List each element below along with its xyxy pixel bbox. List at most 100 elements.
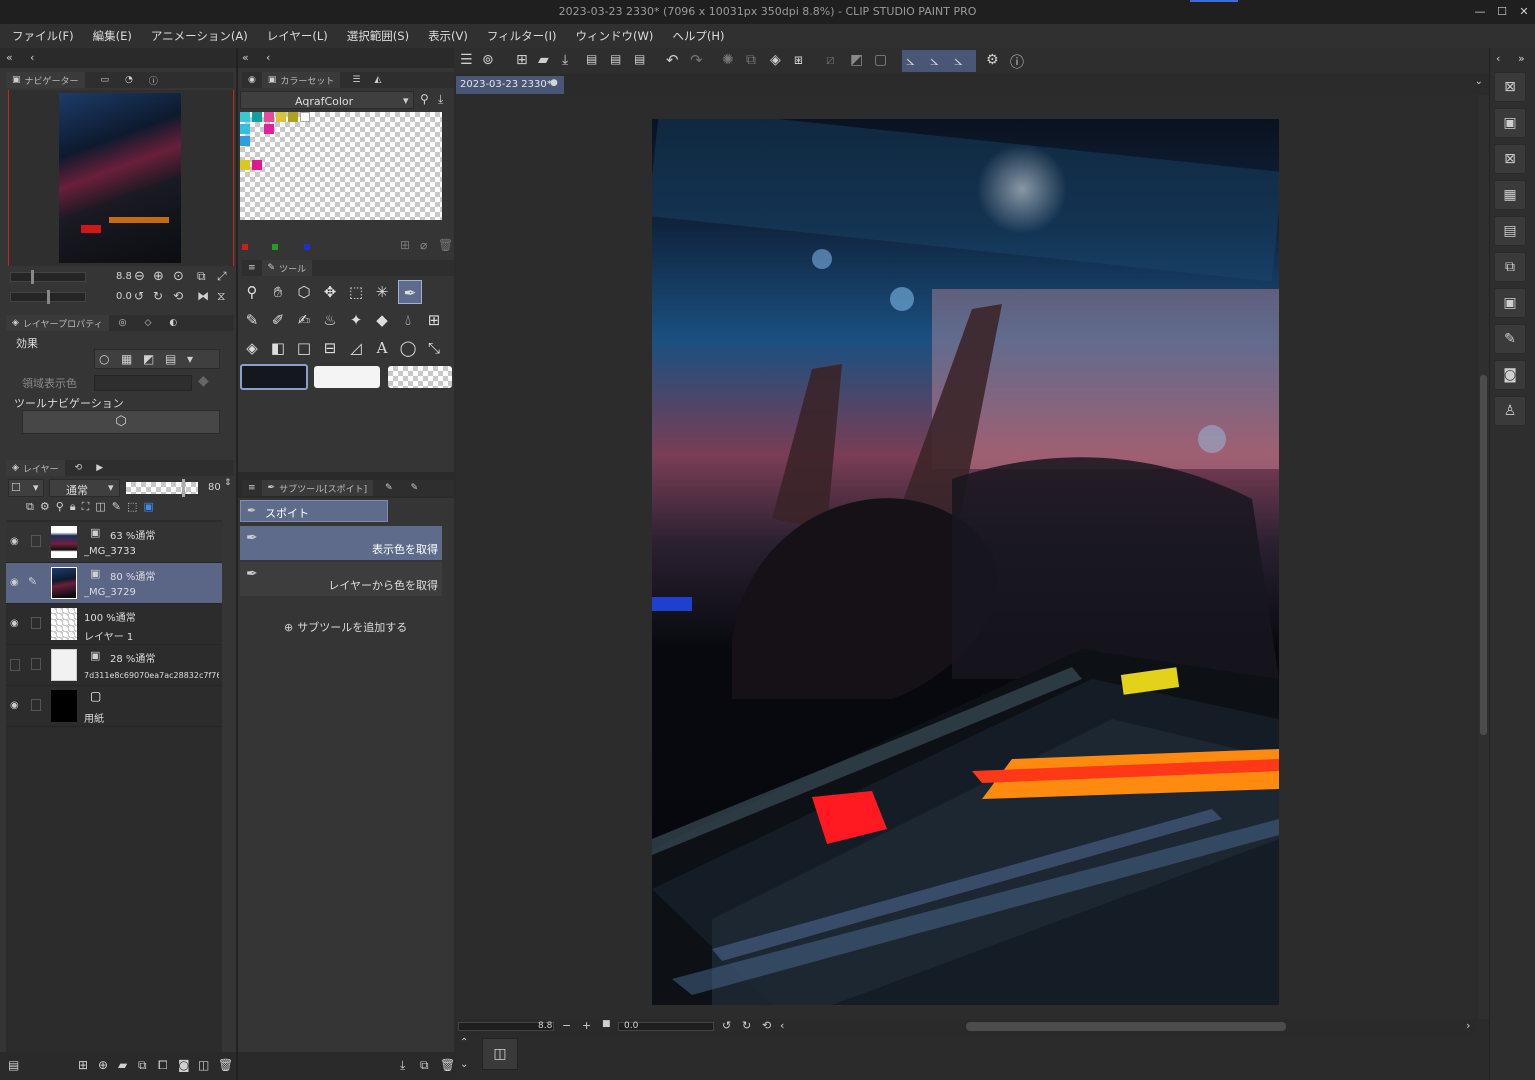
draft-layer-icon[interactable]: ⚙ bbox=[40, 500, 50, 518]
document-tab[interactable]: 2023-03-23 2330* ● bbox=[456, 76, 564, 94]
snap-icon[interactable]: ◩ bbox=[850, 52, 863, 68]
new-raster-layer-icon[interactable]: ⊞ bbox=[78, 1058, 88, 1072]
transparent-color-chip[interactable] bbox=[388, 366, 452, 388]
tool-property-icon[interactable]: ✎ bbox=[385, 483, 393, 493]
history-icon[interactable]: ⟲ bbox=[75, 463, 83, 473]
zoom-slider-handle[interactable] bbox=[31, 270, 34, 284]
delete-subtool-icon[interactable]: 🗑︎ bbox=[440, 1058, 455, 1072]
magic-wand-icon[interactable]: ✳ bbox=[370, 280, 394, 304]
settings-icon[interactable]: ⚙ bbox=[986, 52, 999, 68]
import-set-icon[interactable]: ⤓ bbox=[438, 92, 443, 107]
new-vector-layer-icon[interactable]: ⊕ bbox=[98, 1058, 108, 1072]
copy-subtool-icon[interactable]: ⤓ bbox=[400, 1058, 405, 1073]
subtool-group-tab[interactable]: ✒ スポイト bbox=[240, 500, 388, 522]
deselect-icon[interactable]: ⧉ bbox=[746, 52, 756, 68]
color-swatch[interactable] bbox=[240, 136, 250, 146]
crop-button[interactable]: ⧉ bbox=[1494, 252, 1526, 282]
frame-border-icon[interactable]: ⊟ bbox=[318, 336, 342, 360]
tab-navigator[interactable]: ▣ ナビゲーター bbox=[6, 72, 85, 88]
menu-animation[interactable]: アニメーション(A) bbox=[151, 28, 248, 44]
opacity-stepper-icon[interactable]: ⇕ bbox=[224, 478, 232, 488]
subview-icon[interactable]: ▭ bbox=[101, 75, 110, 85]
eye-icon[interactable]: ◉ bbox=[10, 536, 19, 547]
zoom-in-icon[interactable]: + bbox=[582, 1019, 591, 1032]
menu-view[interactable]: 表示(V) bbox=[428, 28, 468, 44]
effect-menu-icon[interactable]: ▾ bbox=[187, 352, 193, 366]
move-tool-icon[interactable]: ✥ bbox=[318, 280, 342, 304]
subtool-item[interactable]: ✒ レイヤーから色を取得 bbox=[240, 562, 442, 596]
rectangle-tool-icon[interactable]: □ bbox=[292, 336, 316, 360]
ruler2-icon[interactable]: ⦣ bbox=[930, 51, 939, 69]
mask-icon[interactable]: ◫ bbox=[95, 500, 105, 518]
gradient-tool-icon[interactable]: ◧ bbox=[266, 336, 290, 360]
eyedropper-add-icon[interactable]: ⌀ bbox=[420, 238, 427, 252]
rotate-slider[interactable] bbox=[10, 290, 86, 304]
export-png-icon[interactable]: ▤ bbox=[610, 52, 621, 66]
airbrush-tool-icon[interactable]: ♨ bbox=[318, 308, 342, 332]
vertical-scrollbar[interactable] bbox=[1478, 95, 1489, 1019]
combine-icon[interactable]: ⧠ bbox=[158, 1058, 168, 1073]
edit-set-icon[interactable]: ⚲ bbox=[420, 92, 429, 106]
layer-color-icon[interactable]: ◩ bbox=[143, 352, 154, 366]
menu-window[interactable]: ウィンドウ(W) bbox=[576, 28, 654, 44]
transfer-below-icon[interactable]: ⧉ bbox=[138, 1058, 147, 1073]
main-color-chip[interactable] bbox=[240, 364, 308, 390]
ruler3-icon[interactable]: ⦣ bbox=[954, 51, 963, 69]
hand-tool-icon[interactable]: ✋︎ bbox=[266, 280, 290, 304]
flip-vertical-icon[interactable]: ⧖ bbox=[217, 289, 225, 304]
fill-tool-icon[interactable]: ◈ bbox=[240, 336, 264, 360]
layer-row-selected[interactable]: ◉ ✎ ▣ 80 %通常 _MG_3729 bbox=[6, 563, 222, 604]
scroll-right-icon[interactable]: › bbox=[1466, 1019, 1470, 1032]
color-indicator[interactable] bbox=[304, 244, 310, 250]
balloon-tool-icon[interactable]: ◯ bbox=[396, 336, 420, 360]
undo-icon[interactable]: ↶ bbox=[666, 51, 679, 69]
color-wheel-icon[interactable]: ◉ bbox=[248, 75, 256, 85]
menu-icon[interactable]: ☰ bbox=[460, 52, 473, 68]
new-folder-icon[interactable]: ▰ bbox=[118, 1058, 127, 1072]
maximize-button[interactable]: ☐ bbox=[1491, 0, 1513, 24]
ruler-tool-icon[interactable]: ◿ bbox=[344, 336, 368, 360]
subtool-item-selected[interactable]: ✒ 表示色を取得 bbox=[240, 526, 442, 560]
color-swatch[interactable] bbox=[240, 160, 250, 170]
layer-row[interactable]: ◉ ▢ 用紙 bbox=[6, 686, 222, 727]
navigator-preview[interactable] bbox=[8, 90, 234, 266]
effect-buttons[interactable]: ○ ▦ ◩ ▤ ▾ bbox=[94, 349, 220, 369]
layer-lock-box[interactable] bbox=[31, 658, 41, 670]
page-manager-button[interactable]: ◫ bbox=[482, 1038, 518, 1070]
open-icon[interactable]: ▰ bbox=[538, 52, 549, 68]
collapse-icon[interactable]: « bbox=[242, 51, 249, 64]
menu-file[interactable]: ファイル(F) bbox=[12, 28, 74, 44]
layer-lock-box[interactable] bbox=[31, 535, 41, 547]
rotate-left-icon[interactable]: ↺ bbox=[722, 1019, 731, 1032]
add-subtool-button[interactable]: ⊕ サブツールを追加する bbox=[284, 619, 407, 635]
operation-tool-icon[interactable]: ⬡ bbox=[292, 280, 316, 304]
layer-color-select[interactable]: ☐ ▾ bbox=[8, 479, 44, 497]
layer-lock-box[interactable] bbox=[31, 617, 41, 629]
zoom-slider[interactable] bbox=[10, 270, 86, 284]
texture-icon[interactable]: ▤ bbox=[165, 352, 176, 366]
intermediate-color-icon[interactable]: ☰ bbox=[352, 75, 360, 85]
color-swatch[interactable] bbox=[240, 124, 250, 134]
vertical-scroll-thumb[interactable] bbox=[1480, 375, 1487, 735]
ruler-toggle-icon[interactable]: ✎ bbox=[112, 500, 121, 518]
tab-list-icon[interactable]: ⌄ bbox=[1475, 76, 1483, 87]
flip-horizontal-icon[interactable]: ⧓ bbox=[197, 289, 209, 303]
collapse-icon[interactable]: « bbox=[6, 51, 13, 64]
layer-row[interactable]: ◉ 100 %通常 レイヤー 1 bbox=[6, 604, 222, 645]
reset-rotation-icon[interactable]: ⟲ bbox=[173, 289, 183, 303]
blend-tool-icon[interactable]: 💧︎ bbox=[396, 308, 420, 332]
canvas-artwork[interactable] bbox=[652, 119, 1279, 1005]
color-indicator[interactable] bbox=[272, 244, 278, 250]
folder-button[interactable]: ▣ bbox=[1494, 288, 1526, 318]
correct-line-icon[interactable]: ⤡ bbox=[422, 336, 446, 360]
panel-menu-icon[interactable]: ≡ bbox=[248, 483, 256, 493]
info-icon[interactable]: ⓘ bbox=[149, 74, 158, 87]
eyedropper-tool-icon[interactable]: ✒ bbox=[398, 280, 422, 304]
snap-grid-icon[interactable]: ▢ bbox=[874, 52, 887, 68]
eraser-tool-icon[interactable]: ◆ bbox=[370, 308, 394, 332]
decoration-tool-icon[interactable]: ✦ bbox=[344, 308, 368, 332]
tab-tool[interactable]: ✎ ツール bbox=[261, 260, 313, 276]
export-jpg-icon[interactable]: ▤ bbox=[586, 52, 597, 66]
color-swatch[interactable] bbox=[252, 160, 262, 170]
layer-list-mode-icon[interactable]: ▤ bbox=[8, 1058, 19, 1072]
